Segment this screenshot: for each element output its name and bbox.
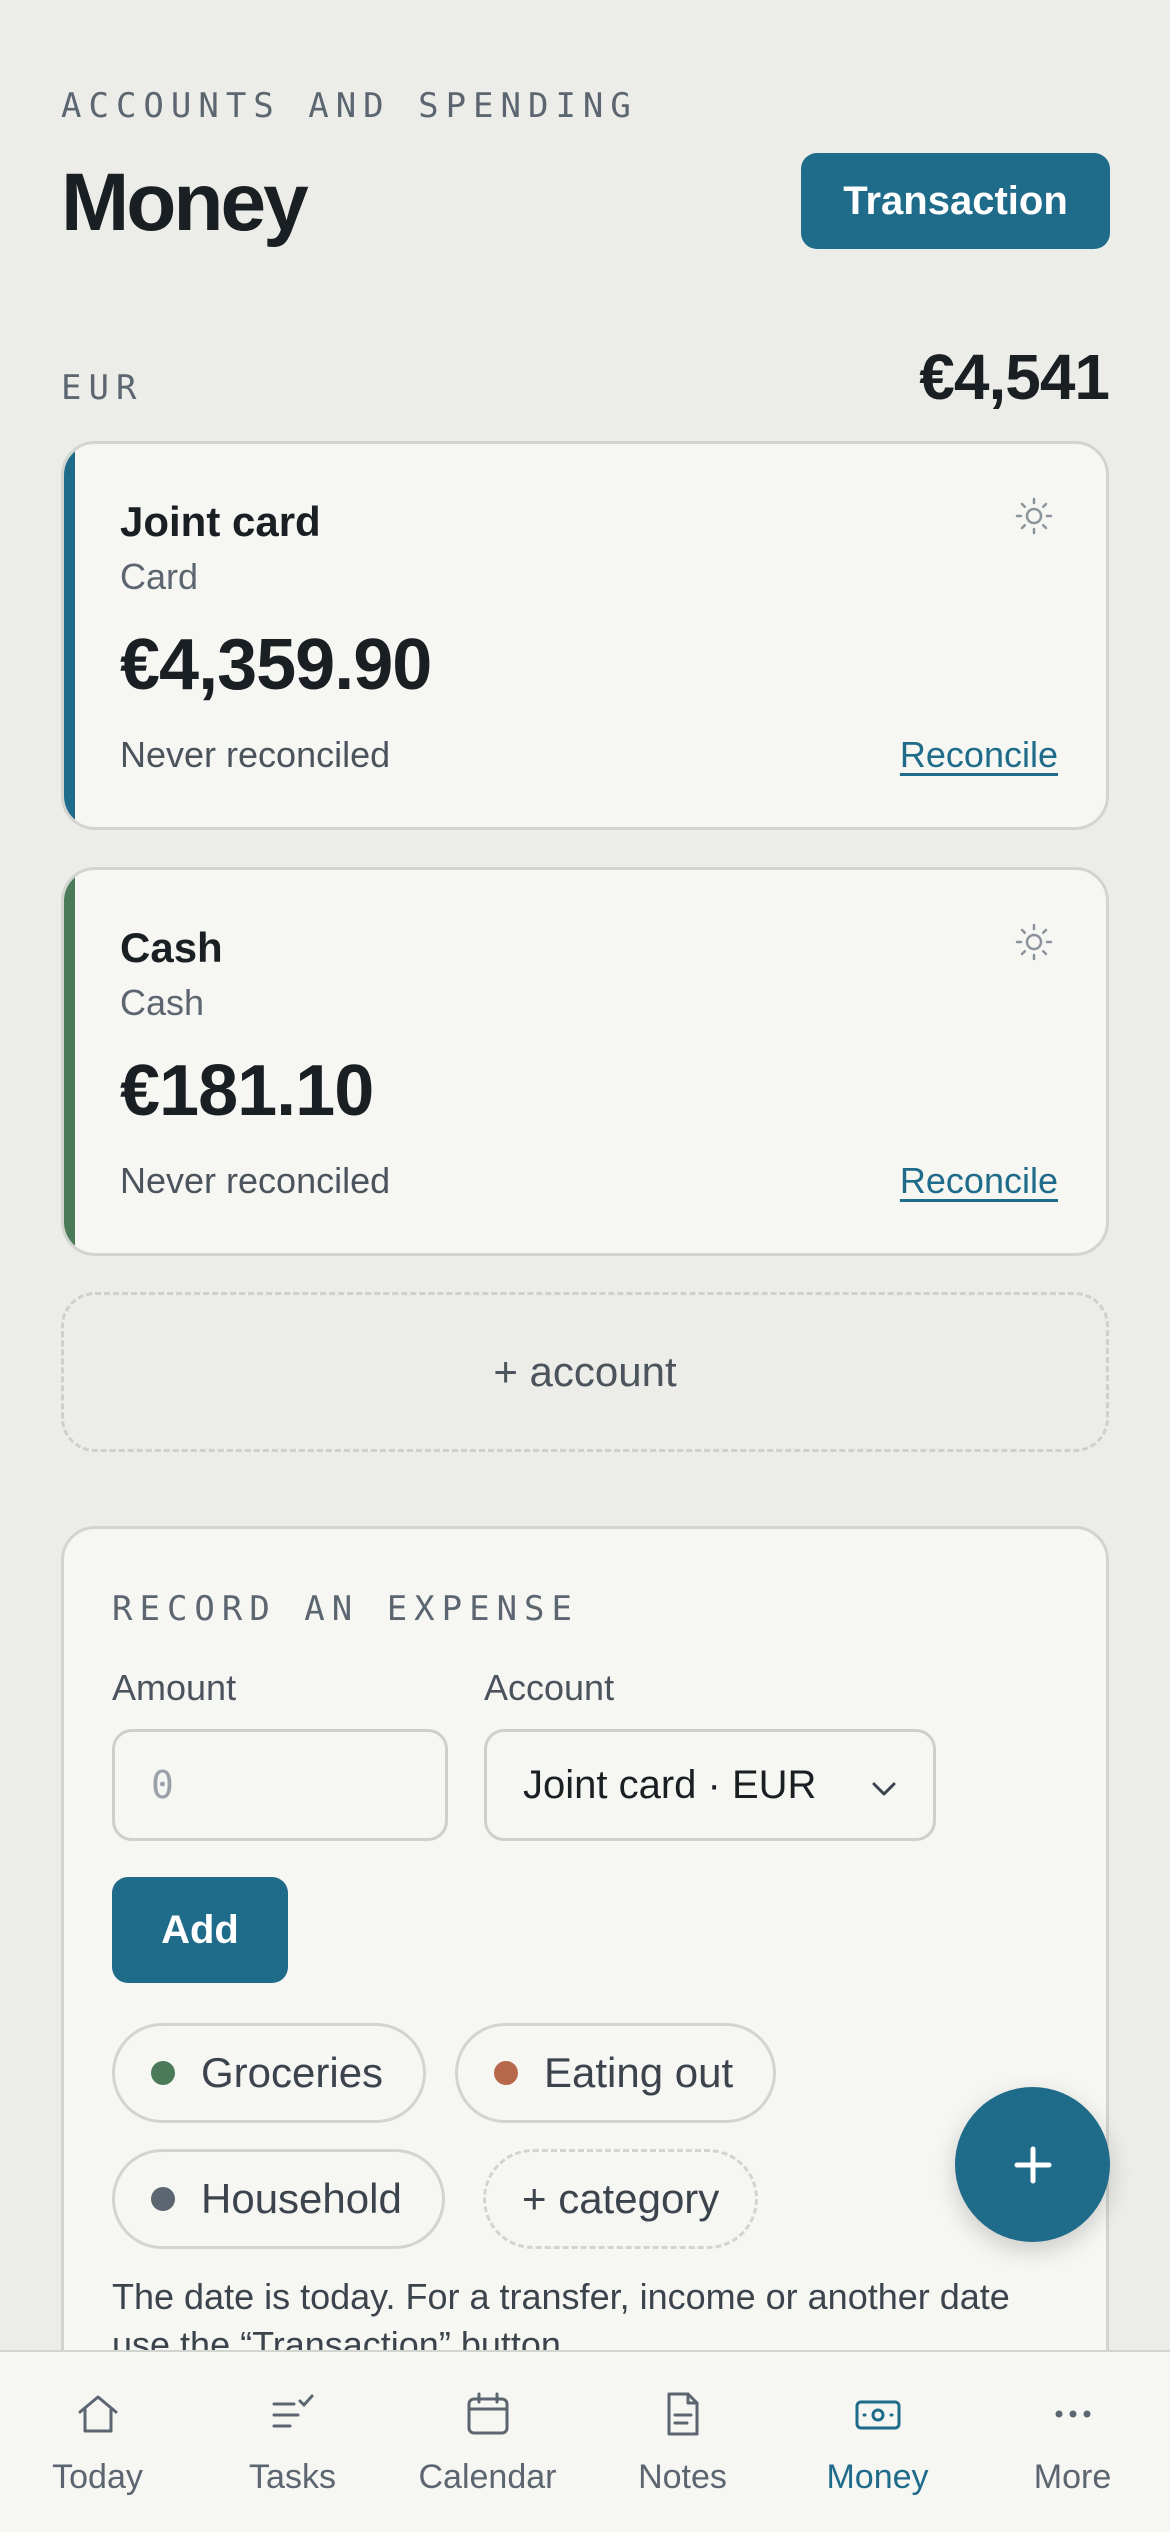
tab-tasks[interactable]: Tasks (195, 2352, 390, 2532)
account-balance: €4,359.90 (120, 625, 432, 705)
category-label: Eating out (544, 2049, 734, 2096)
account-label: Account (484, 1667, 615, 1708)
tasks-icon (272, 2394, 313, 2428)
account-type: Cash (120, 982, 205, 1023)
chevron-down-icon (872, 1782, 896, 1796)
account-select[interactable]: Joint card · EUR (484, 1729, 936, 1841)
tab-label: Today (52, 2458, 143, 2496)
add-expense-button[interactable]: Add (112, 1877, 288, 1983)
tab-notes[interactable]: Notes (585, 2352, 780, 2532)
money-icon (855, 2400, 900, 2430)
account-type: Card (120, 556, 199, 597)
bottom-tab-bar: Today Tasks Calendar Notes Money More (0, 2350, 1170, 2532)
reconcile-link[interactable]: Reconcile (900, 734, 1058, 776)
add-category-button[interactable]: + category (483, 2149, 759, 2249)
category-color-dot (494, 2061, 518, 2085)
category-label: Groceries (201, 2049, 384, 2096)
category-chip-eating-out[interactable]: Eating out (455, 2023, 777, 2123)
gear-icon[interactable] (1014, 922, 1054, 962)
tab-label: Notes (638, 2458, 727, 2496)
amount-label: Amount (112, 1667, 237, 1708)
more-icon (1055, 2410, 1090, 2418)
category-chip-household[interactable]: Household (112, 2149, 445, 2249)
account-card-cash[interactable]: Cash Cash €181.10 Never reconciled Recon… (61, 867, 1109, 1256)
category-label: Household (201, 2175, 402, 2222)
page-eyebrow: ACCOUNTS AND SPENDING (61, 86, 638, 126)
add-fab-button[interactable] (955, 2087, 1110, 2242)
reconcile-status: Never reconciled (120, 734, 391, 775)
tab-label: Calendar (418, 2458, 557, 2496)
account-accent-bar (64, 444, 75, 827)
plus-icon (1014, 2146, 1051, 2183)
tab-more[interactable]: More (975, 2352, 1170, 2532)
reconcile-link[interactable]: Reconcile (900, 1160, 1058, 1202)
account-balance: €181.10 (120, 1051, 374, 1131)
account-card-joint-card[interactable]: Joint card Card €4,359.90 Never reconcil… (61, 441, 1109, 830)
tab-label: Money (826, 2458, 929, 2496)
category-color-dot (151, 2061, 175, 2085)
page-title: Money (61, 157, 309, 248)
add-account-button[interactable]: + account (61, 1292, 1109, 1452)
reconcile-status: Never reconciled (120, 1160, 391, 1201)
amount-input[interactable] (112, 1729, 448, 1841)
category-color-dot (151, 2187, 175, 2211)
notes-icon (667, 2392, 698, 2436)
tab-calendar[interactable]: Calendar (390, 2352, 585, 2532)
account-accent-bar (64, 870, 75, 1253)
tab-label: Tasks (249, 2458, 336, 2496)
account-select-value: Joint card · EUR (523, 1762, 817, 1807)
currency-summary: EUR €4,541 (61, 340, 1110, 413)
gear-icon[interactable] (1014, 496, 1054, 536)
expense-heading: RECORD AN EXPENSE (112, 1589, 579, 1629)
currency-total: €4,541 (919, 341, 1110, 413)
account-name: Joint card (120, 498, 321, 545)
home-icon (78, 2395, 117, 2433)
currency-code: EUR (61, 368, 144, 408)
tab-money[interactable]: Money (780, 2352, 975, 2532)
tab-label: More (1033, 2458, 1112, 2496)
account-name: Cash (120, 924, 223, 971)
category-chip-groceries[interactable]: Groceries (112, 2023, 427, 2123)
calendar-icon (467, 2392, 508, 2435)
tab-today[interactable]: Today (0, 2352, 195, 2532)
transaction-button[interactable]: Transaction (801, 153, 1110, 249)
